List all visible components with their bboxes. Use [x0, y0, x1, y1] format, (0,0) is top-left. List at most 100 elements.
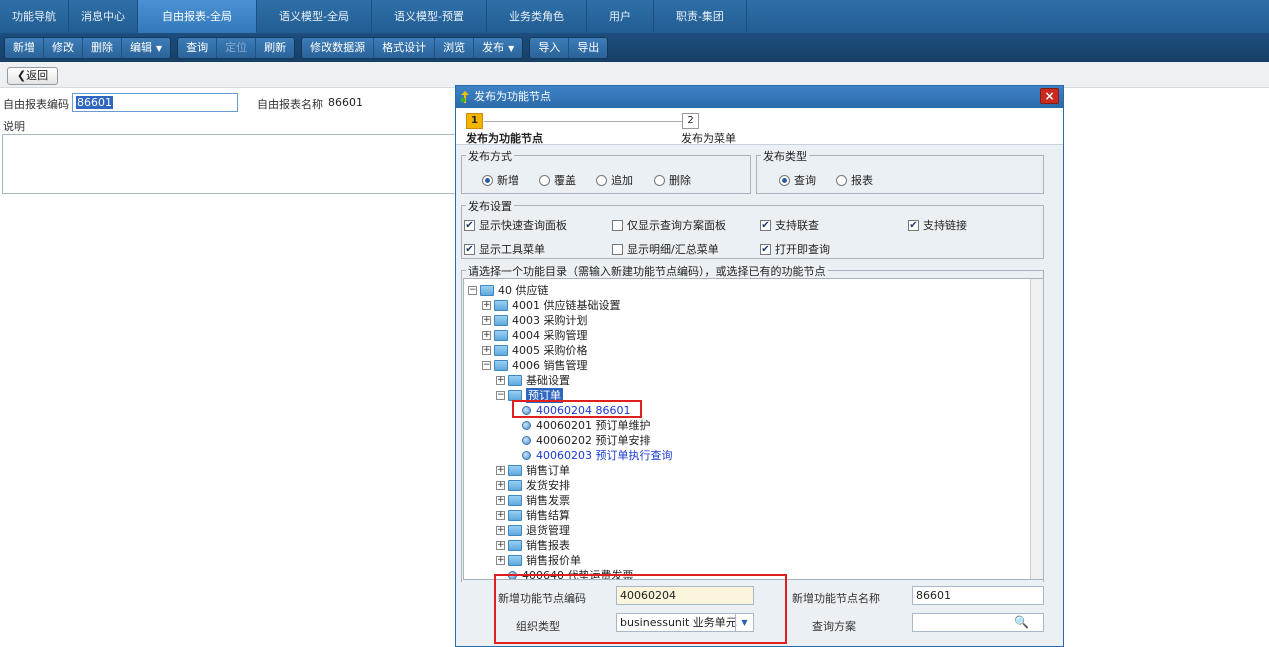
- check-detail-menu[interactable]: 显示明细/汇总菜单: [612, 241, 719, 257]
- tree-node-sales-order[interactable]: + 销售订单: [496, 463, 570, 478]
- checkbox-unchecked-icon: [612, 243, 623, 255]
- radio-mode-delete-label: 删除: [669, 174, 691, 187]
- tree-node-settle[interactable]: + 销售结算: [496, 508, 570, 523]
- tab-semantic-model-global[interactable]: 语义模型-全局: [257, 0, 372, 33]
- check-quick-query[interactable]: ✔ 显示快速查询面板: [464, 217, 567, 233]
- publish-mode-legend: 发布方式: [466, 148, 514, 164]
- tree-leaf-1-label: 40060201 预订单维护: [536, 419, 651, 432]
- tree-node-return[interactable]: + 退货管理: [496, 523, 570, 538]
- tree-node-4006[interactable]: − 4006 销售管理: [482, 358, 588, 373]
- tree-leaf-2[interactable]: 40060202 预订单安排: [522, 433, 651, 448]
- radio-mode-overwrite-label: 覆盖: [554, 174, 576, 187]
- radio-type-report[interactable]: 报表: [836, 172, 873, 188]
- close-icon[interactable]: ×: [1040, 88, 1059, 104]
- collapse-icon[interactable]: −: [482, 361, 491, 370]
- expand-icon[interactable]: +: [482, 316, 491, 325]
- expand-icon[interactable]: +: [496, 376, 505, 385]
- tab-semantic-model-preset[interactable]: 语义模型-预置: [372, 0, 487, 33]
- delete-button[interactable]: 删除: [83, 37, 122, 58]
- folder-icon: [494, 360, 508, 371]
- folder-icon: [494, 345, 508, 356]
- step-2-number: 2: [682, 113, 699, 129]
- browse-button[interactable]: 浏览: [435, 37, 475, 58]
- expand-icon[interactable]: +: [496, 466, 505, 475]
- org-type-select[interactable]: businessunit 业务单元 ▼: [616, 613, 754, 632]
- expand-icon[interactable]: +: [482, 301, 491, 310]
- toolbar-group-edit: 新增 修改 删除 编辑 ▼: [4, 36, 172, 59]
- expand-icon[interactable]: +: [482, 346, 491, 355]
- modify-datasource-button[interactable]: 修改数据源: [302, 37, 375, 58]
- tab-duty-group[interactable]: 职责-集团: [654, 0, 747, 33]
- tree-node-quote[interactable]: + 销售报价单: [496, 553, 581, 568]
- refresh-button[interactable]: 刷新: [256, 38, 294, 58]
- expand-icon[interactable]: +: [496, 511, 505, 520]
- tree-leaf-1[interactable]: 40060201 预订单维护: [522, 418, 651, 433]
- tab-function-nav[interactable]: 功能导航: [0, 0, 69, 33]
- new-button[interactable]: 新增: [5, 37, 44, 58]
- edit-menu-button[interactable]: 编辑 ▼: [122, 38, 170, 58]
- function-tree[interactable]: − 40 供应链 +4001 供应链基础设置 +4003 采购计划 +4004 采…: [463, 278, 1044, 580]
- expand-icon[interactable]: +: [482, 331, 491, 340]
- description-textarea[interactable]: [2, 134, 457, 194]
- format-design-button[interactable]: 格式设计: [374, 37, 436, 58]
- checkbox-unchecked-icon: [612, 219, 623, 231]
- modify-button[interactable]: 修改: [44, 37, 83, 58]
- check-open-query[interactable]: ✔ 打开即查询: [760, 241, 830, 257]
- expand-icon[interactable]: +: [496, 481, 505, 490]
- publish-button[interactable]: 发布 ▼: [474, 38, 522, 58]
- query-button[interactable]: 查询: [178, 37, 218, 58]
- tab-user[interactable]: 用户: [587, 0, 654, 33]
- tree-node-4005[interactable]: +4005 采购价格: [482, 343, 588, 358]
- radio-type-report-label: 报表: [851, 174, 873, 187]
- radio-mode-new[interactable]: 新增: [482, 172, 519, 188]
- tree-node-40[interactable]: − 40 供应链: [468, 283, 549, 298]
- expand-icon[interactable]: +: [496, 526, 505, 535]
- collapse-icon[interactable]: −: [468, 286, 477, 295]
- node-name-input[interactable]: 86601: [912, 586, 1044, 605]
- check-link[interactable]: ✔ 支持链接: [908, 217, 967, 233]
- check-tool-menu-label: 显示工具菜单: [479, 243, 545, 256]
- radio-checked-icon: [779, 174, 790, 186]
- tree-node-4003[interactable]: +4003 采购计划: [482, 313, 588, 328]
- report-name-input[interactable]: 86601: [324, 93, 457, 112]
- description-label: 说明: [3, 120, 25, 133]
- tree-node-4004-label: 4004 采购管理: [512, 329, 588, 342]
- check-tool-menu[interactable]: ✔ 显示工具菜单: [464, 241, 545, 257]
- radio-mode-overwrite[interactable]: 覆盖: [539, 172, 576, 188]
- expand-icon[interactable]: +: [496, 556, 505, 565]
- radio-checked-icon: [482, 174, 493, 186]
- export-button[interactable]: 导出: [569, 38, 607, 58]
- node-code-input[interactable]: 40060204: [616, 586, 754, 605]
- collapse-icon[interactable]: −: [496, 391, 505, 400]
- check-link-label: 支持链接: [923, 219, 967, 232]
- tree-leaf-3[interactable]: 40060203 预订单执行查询: [522, 448, 672, 463]
- tree-node-basic-label: 基础设置: [526, 374, 570, 387]
- check-plan-panel[interactable]: 仅显示查询方案面板: [612, 217, 726, 233]
- locate-button[interactable]: 定位: [217, 37, 257, 58]
- tree-scrollbar[interactable]: [1030, 279, 1043, 579]
- chevron-down-icon[interactable]: ▼: [735, 614, 753, 631]
- tree-node-4001[interactable]: +4001 供应链基础设置: [482, 298, 621, 313]
- tree-node-report[interactable]: + 销售报表: [496, 538, 570, 553]
- back-button[interactable]: ❮返回: [7, 67, 58, 85]
- radio-type-query[interactable]: 查询: [779, 172, 816, 188]
- dialog-titlebar: 发布为功能节点 ×: [456, 86, 1063, 108]
- expand-icon[interactable]: +: [496, 541, 505, 550]
- tree-node-4004[interactable]: +4004 采购管理: [482, 328, 588, 343]
- check-linked-query[interactable]: ✔ 支持联查: [760, 217, 819, 233]
- tab-business-role[interactable]: 业务类角色: [487, 0, 587, 33]
- tree-node-invoice[interactable]: + 销售发票: [496, 493, 570, 508]
- tab-message-center[interactable]: 消息中心: [69, 0, 138, 33]
- report-code-input[interactable]: 86601: [72, 93, 238, 112]
- import-button[interactable]: 导入: [530, 37, 570, 58]
- check-linked-query-label: 支持联查: [775, 219, 819, 232]
- tree-node-basic[interactable]: + 基础设置: [496, 373, 570, 388]
- tab-free-report[interactable]: 自由报表-全局: [138, 0, 257, 33]
- expand-icon[interactable]: +: [496, 496, 505, 505]
- radio-mode-delete[interactable]: 删除: [654, 172, 691, 188]
- checkbox-checked-icon: ✔: [908, 219, 919, 231]
- radio-mode-append[interactable]: 追加: [596, 172, 633, 188]
- tree-node-delivery[interactable]: + 发货安排: [496, 478, 570, 493]
- search-icon[interactable]: 🔍: [1014, 615, 1029, 629]
- node-name-label: 新增功能节点名称: [792, 592, 880, 605]
